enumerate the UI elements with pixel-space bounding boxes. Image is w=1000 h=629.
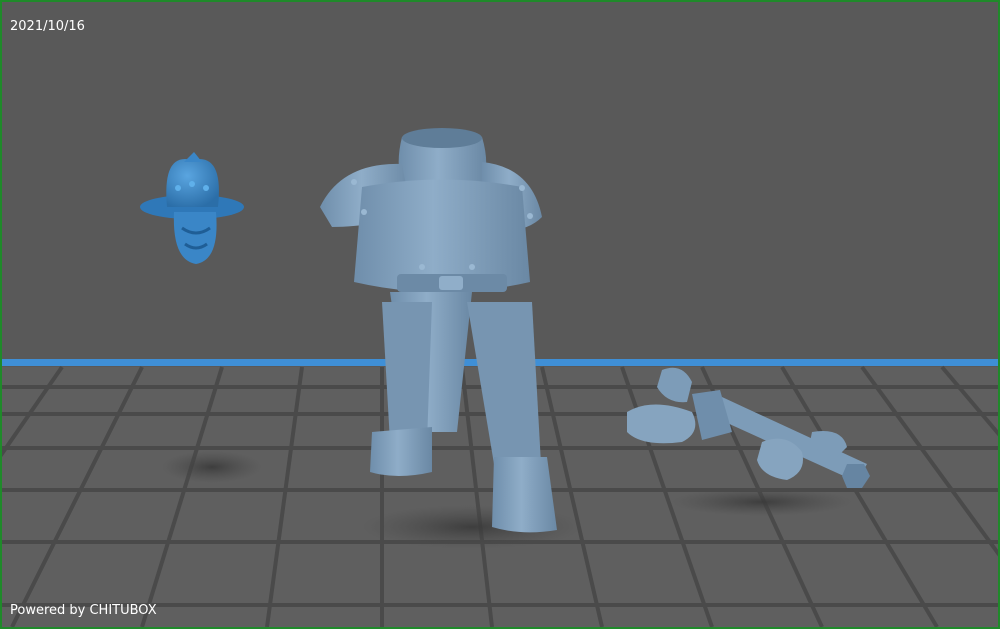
3d-viewport[interactable]: 2021/10/16 Powered by CHITUBOX (0, 0, 1000, 629)
pistol-shadow (672, 488, 852, 516)
scene-canvas[interactable] (2, 2, 998, 627)
date-stamp: 2021/10/16 (10, 19, 85, 34)
powered-by-label: Powered by CHITUBOX (10, 603, 157, 618)
head-shadow (162, 451, 262, 483)
